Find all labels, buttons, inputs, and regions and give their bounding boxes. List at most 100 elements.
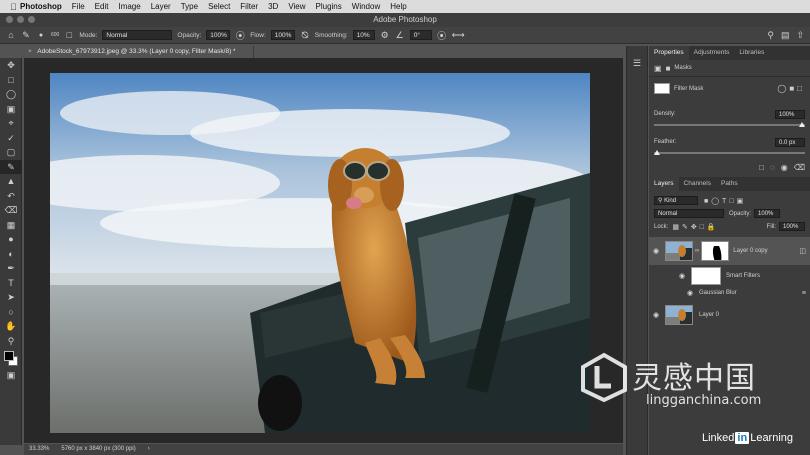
eyedropper-tool-icon[interactable]: ✓: [0, 131, 22, 146]
density-input[interactable]: 100%: [775, 109, 805, 119]
zoom-level[interactable]: 33.33%: [29, 444, 49, 455]
gaussian-blur-eye-icon[interactable]: ◉: [687, 289, 699, 297]
blur-tool-icon[interactable]: ●: [0, 232, 22, 247]
apple-icon[interactable]: : [10, 2, 20, 12]
type-tool-icon[interactable]: T: [0, 276, 22, 291]
gradient-tool-icon[interactable]: ▦: [0, 218, 22, 233]
marquee-tool-icon[interactable]: □: [0, 73, 22, 88]
layer-0-thumbnail[interactable]: [665, 305, 693, 325]
load-selection-icon[interactable]: ◌: [770, 163, 775, 172]
menu-view[interactable]: View: [288, 2, 305, 11]
lasso-tool-icon[interactable]: ◯: [0, 87, 22, 102]
history-panel-icon[interactable]: ☰: [627, 58, 647, 69]
hand-tool-icon[interactable]: ✋: [0, 319, 22, 334]
tab-paths[interactable]: Paths: [716, 177, 743, 191]
pressure-opacity-icon[interactable]: ⦿: [235, 29, 245, 42]
menu-image[interactable]: Image: [118, 2, 140, 11]
flow-input[interactable]: 100%: [270, 30, 295, 40]
select-mask-icon[interactable]: □: [759, 163, 764, 172]
smoothing-settings-icon[interactable]: ⚙: [380, 30, 390, 41]
pixel-mask-icon[interactable]: ▣: [654, 64, 662, 73]
tab-libraries[interactable]: Libraries: [734, 46, 769, 60]
layer-row-smart-filters[interactable]: ◉ Smart Filters: [649, 265, 810, 287]
layer-filter-icons[interactable]: ■◯T□▣: [704, 197, 746, 205]
share-icon[interactable]: ⇧: [796, 30, 804, 41]
path-selection-tool-icon[interactable]: ➤: [0, 290, 22, 305]
healing-brush-tool-icon[interactable]: ▢: [0, 145, 22, 160]
airbrush-icon[interactable]: ⦰: [300, 30, 310, 41]
history-brush-tool-icon[interactable]: ↶: [0, 189, 22, 204]
layer-name[interactable]: Layer 0 copy: [733, 248, 767, 254]
delete-mask-icon[interactable]: ⌫: [794, 163, 805, 172]
canvas-image[interactable]: [50, 73, 590, 433]
foreground-color-swatch[interactable]: [4, 351, 14, 361]
kind-filter-select[interactable]: ⚲ Kind: [654, 196, 698, 205]
menu-app[interactable]: Photoshop: [20, 2, 62, 11]
move-tool-icon[interactable]: ✥: [0, 58, 22, 73]
quick-mask-icon[interactable]: ▣: [0, 368, 22, 383]
menu-3d[interactable]: 3D: [268, 2, 278, 11]
mode-select[interactable]: Normal: [102, 30, 173, 40]
feather-input[interactable]: 0.0 px: [775, 137, 805, 147]
minimize-window-button[interactable]: [17, 16, 24, 23]
smoothing-input[interactable]: 10%: [352, 30, 375, 40]
visibility-eye-icon[interactable]: ◉: [653, 247, 665, 255]
pressure-size-icon[interactable]: ⦿: [437, 29, 447, 42]
zoom-window-button[interactable]: [28, 16, 35, 23]
mask-options-icons[interactable]: ◯■□: [777, 84, 805, 93]
layer-mask-thumbnail[interactable]: [701, 241, 730, 261]
fill-input[interactable]: 100%: [779, 222, 805, 231]
status-chevron-icon[interactable]: ›: [148, 444, 150, 455]
lock-icons[interactable]: ▦✎✥□🔒: [672, 223, 718, 231]
angle-input[interactable]: 0°: [409, 30, 432, 40]
close-tab-icon[interactable]: ×: [28, 48, 32, 55]
layer-0-eye-icon[interactable]: ◉: [653, 311, 665, 319]
zoom-tool-icon[interactable]: ⚲: [0, 334, 22, 349]
document-tab[interactable]: × AdobeStock_67973912.jpeg @ 33.3% (Laye…: [24, 46, 254, 58]
home-icon[interactable]: ⌂: [6, 30, 16, 40]
filter-mask-thumbnail[interactable]: [654, 83, 670, 94]
shape-tool-icon[interactable]: ○: [0, 305, 22, 320]
menu-help[interactable]: Help: [390, 2, 406, 11]
search-icon[interactable]: ⚲: [767, 30, 774, 41]
dodge-tool-icon[interactable]: ◐: [0, 247, 22, 262]
layer-thumbnail[interactable]: [665, 241, 693, 261]
tab-layers[interactable]: Layers: [649, 177, 679, 191]
menu-layer[interactable]: Layer: [151, 2, 171, 11]
layer-row-layer-0-copy[interactable]: ◉ ∞ Layer 0 copy ◫: [649, 237, 810, 265]
layer-0-name[interactable]: Layer 0: [699, 312, 719, 318]
density-slider[interactable]: [654, 122, 805, 127]
feather-slider[interactable]: [654, 150, 805, 155]
workspace-icon[interactable]: ▤: [781, 30, 790, 41]
clone-stamp-tool-icon[interactable]: ▲: [0, 174, 22, 189]
layer-row-layer-0[interactable]: ◉ Layer 0: [649, 301, 810, 329]
tab-adjustments[interactable]: Adjustments: [689, 46, 735, 60]
menu-window[interactable]: Window: [352, 2, 380, 11]
disable-mask-icon[interactable]: ◉: [781, 163, 788, 172]
menu-filter[interactable]: Filter: [240, 2, 258, 11]
tab-channels[interactable]: Channels: [679, 177, 716, 191]
layer-opacity-input[interactable]: 100%: [754, 209, 781, 218]
opacity-input[interactable]: 100%: [206, 30, 231, 40]
brush-preset-icon[interactable]: ●: [36, 32, 46, 39]
menu-type[interactable]: Type: [181, 2, 198, 11]
close-window-button[interactable]: [6, 16, 13, 23]
eraser-tool-icon[interactable]: ⌫: [0, 203, 22, 218]
filter-options-icon[interactable]: ≡: [802, 290, 806, 297]
pen-tool-icon[interactable]: ✒: [0, 261, 22, 276]
object-selection-tool-icon[interactable]: ▣: [0, 102, 22, 117]
crop-tool-icon[interactable]: ⌖: [0, 116, 22, 131]
smart-filter-mask-thumbnail[interactable]: [691, 267, 721, 285]
symmetry-icon[interactable]: ⟷: [452, 30, 465, 41]
menu-select[interactable]: Select: [208, 2, 230, 11]
smart-filters-eye-icon[interactable]: ◉: [679, 272, 691, 280]
tab-properties[interactable]: Properties: [649, 46, 689, 60]
menu-plugins[interactable]: Plugins: [316, 2, 342, 11]
brush-tool-icon-active[interactable]: ✎: [0, 159, 22, 174]
link-icon[interactable]: ∞: [695, 248, 699, 254]
density-slider-knob[interactable]: [799, 122, 805, 127]
layer-row-gaussian-blur[interactable]: ◉ Gaussian Blur ≡: [649, 287, 810, 299]
feather-slider-knob[interactable]: [654, 150, 660, 155]
menu-file[interactable]: File: [72, 2, 85, 11]
brush-settings-icon[interactable]: □: [64, 30, 74, 40]
